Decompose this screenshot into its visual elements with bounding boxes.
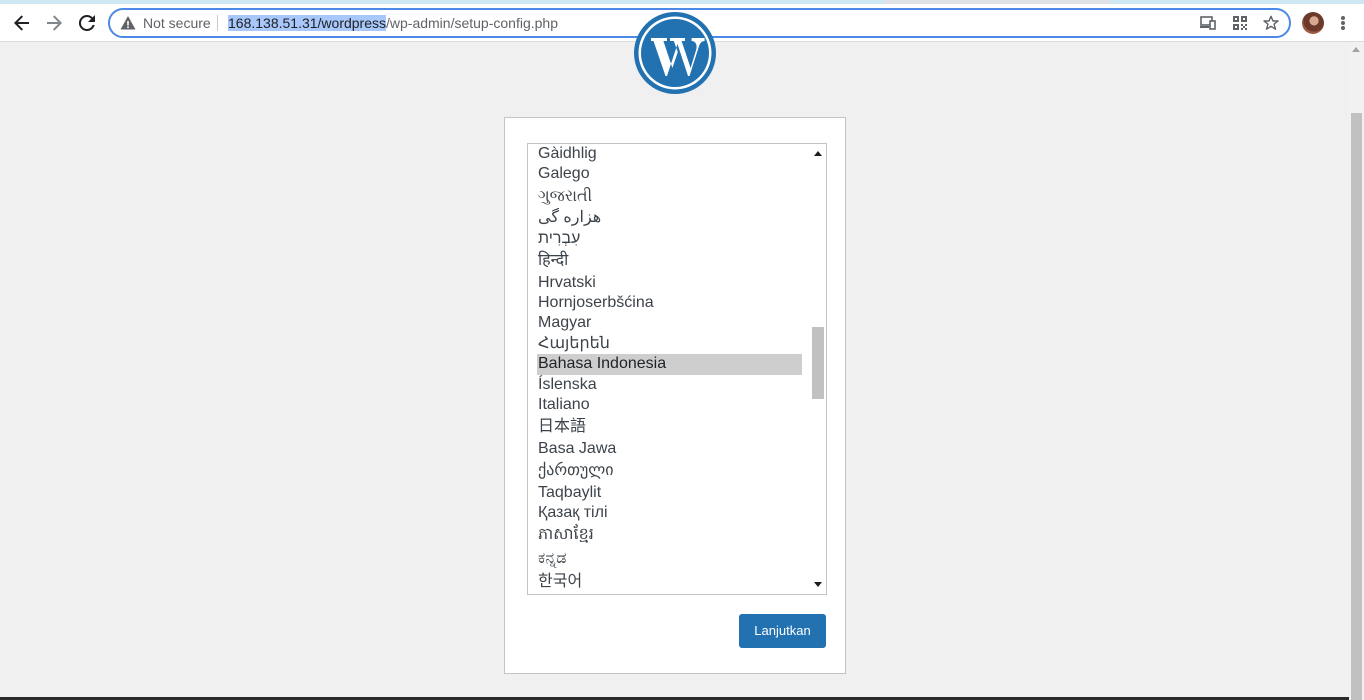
language-option[interactable]: Hrvatski: [537, 273, 802, 293]
reload-icon: [78, 14, 95, 31]
qr-code-button[interactable]: [1230, 13, 1250, 33]
language-option[interactable]: हिन्दी: [537, 249, 802, 273]
bookmark-button[interactable]: [1261, 13, 1281, 33]
language-option[interactable]: ગુજરાતી: [537, 185, 802, 209]
language-option[interactable]: 日本語: [537, 415, 802, 439]
language-option[interactable]: Italiano: [537, 395, 802, 415]
warning-icon[interactable]: [120, 15, 136, 31]
language-option[interactable]: Taqbaylit: [537, 483, 802, 503]
back-arrow-icon: [14, 15, 29, 31]
cast-icon: [1200, 16, 1216, 30]
page-scroll-thumb[interactable]: [1351, 113, 1362, 700]
language-option[interactable]: Bahasa Indonesia: [537, 354, 802, 375]
language-option[interactable]: עִבְרִית: [537, 229, 802, 249]
language-chooser-panel: Gàidhlig Galego ગુજરાતી هزاره گی עִבְרִית हिन…: [504, 117, 846, 674]
language-option[interactable]: Հայերեն: [537, 334, 802, 354]
avatar[interactable]: [1302, 12, 1324, 34]
forward-button[interactable]: [39, 8, 69, 38]
language-option[interactable]: ಕನ್ನಡ: [537, 547, 802, 571]
language-option[interactable]: Hornjoserbšćina: [537, 293, 802, 313]
language-option[interactable]: Basa Jawa: [537, 439, 802, 459]
language-options: Gàidhlig Galego ગુજરાતી هزاره گی עִבְרִית हिन…: [537, 144, 802, 595]
star-icon: [1263, 15, 1279, 30]
language-option[interactable]: هزاره گی: [537, 208, 802, 228]
scroll-up-arrow-icon[interactable]: [1352, 47, 1360, 52]
cast-button[interactable]: [1198, 13, 1218, 33]
url-text[interactable]: 168.138.51.31/wordpress/wp-admin/setup-c…: [228, 15, 558, 31]
scroll-up-arrow-icon[interactable]: [814, 151, 822, 156]
continue-button[interactable]: Lanjutkan: [739, 614, 826, 648]
language-list-scrollbar[interactable]: [809, 144, 826, 594]
url-selected-part: 168.138.51.31/wordpress: [228, 15, 386, 31]
back-button[interactable]: [7, 8, 37, 38]
language-option[interactable]: Íslenska: [537, 375, 802, 395]
language-option[interactable]: Galego: [537, 164, 802, 184]
reload-button[interactable]: [72, 8, 102, 38]
forward-arrow-icon: [47, 15, 62, 31]
language-option[interactable]: Қазақ тілі: [537, 503, 802, 523]
qr-code-icon: [1233, 16, 1247, 30]
language-option[interactable]: ქართული: [537, 459, 802, 483]
language-option[interactable]: Magyar: [537, 313, 802, 333]
language-option[interactable]: Gàidhlig: [537, 144, 802, 164]
wordpress-logo: [634, 12, 716, 94]
language-list-scroll-thumb[interactable]: [812, 327, 824, 399]
page-scrollbar[interactable]: [1349, 43, 1364, 700]
scroll-down-arrow-icon[interactable]: [814, 582, 822, 587]
more-vert-icon[interactable]: [1336, 12, 1350, 34]
language-option[interactable]: ភាសាខ្មែរ: [537, 523, 802, 547]
url-path: /wp-admin/setup-config.php: [386, 15, 558, 31]
language-option[interactable]: کوردی: [537, 594, 802, 595]
security-status[interactable]: Not secure: [143, 15, 211, 31]
language-select-list[interactable]: Gàidhlig Galego ગુજરાતી هزاره گی עִבְרִית हिन…: [527, 143, 827, 595]
omnibox-divider: [217, 15, 218, 31]
language-option[interactable]: 한국어: [537, 570, 802, 594]
